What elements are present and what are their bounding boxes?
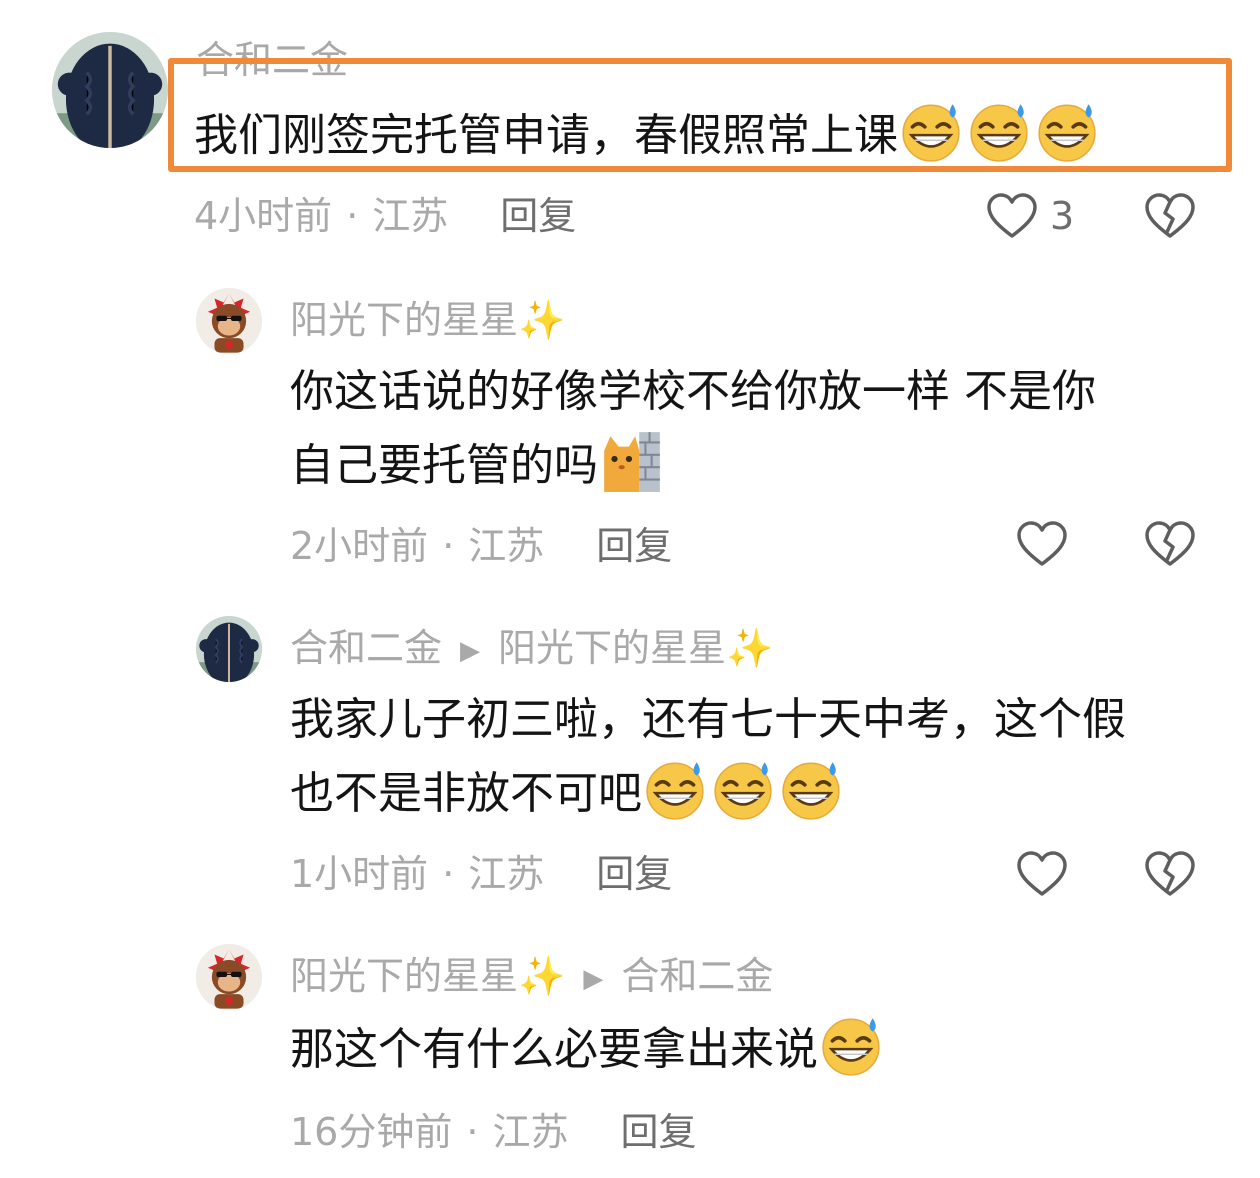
comment-meta: 1小时前 · 江苏 回复 bbox=[290, 852, 672, 896]
comment-time: 16分钟前 bbox=[290, 1110, 453, 1154]
like-button[interactable] bbox=[1016, 520, 1068, 568]
avatar-image bbox=[196, 288, 262, 354]
dislike-button[interactable] bbox=[1144, 850, 1196, 902]
reply-button[interactable]: 回复 bbox=[500, 194, 576, 238]
like-button[interactable]: 3 bbox=[986, 192, 1074, 240]
separator-dot: · bbox=[442, 524, 455, 568]
avatar[interactable] bbox=[196, 616, 262, 682]
broken-heart-icon bbox=[1144, 850, 1196, 898]
comment-text: 你这话说的好像学校不给你放一样 不是你 自己要托管的吗 bbox=[290, 356, 1096, 502]
comment-username[interactable]: 阳光下的星星✨ bbox=[290, 298, 565, 342]
avatar[interactable] bbox=[52, 32, 168, 148]
comment-location: 江苏 bbox=[468, 524, 545, 568]
comment-text-line: 你这话说的好像学校不给你放一样 不是你 bbox=[290, 366, 1096, 417]
avatar-image bbox=[52, 32, 168, 148]
dislike-button[interactable] bbox=[1144, 192, 1196, 244]
comment-username-line: 合和二金 ▶ 阳光下的星星✨ bbox=[290, 626, 773, 673]
grinning-sweat-emoji bbox=[818, 1012, 884, 1078]
comment-text: 那这个有什么必要拿出来说 bbox=[290, 1012, 886, 1086]
comment-time: 4小时前 bbox=[194, 194, 333, 238]
broken-heart-icon bbox=[1144, 192, 1196, 240]
highlight-box bbox=[168, 58, 1232, 172]
comment-location: 江苏 bbox=[372, 194, 449, 238]
comment-location: 江苏 bbox=[468, 852, 545, 896]
comment-location: 江苏 bbox=[492, 1110, 569, 1154]
separator-dot: · bbox=[442, 852, 455, 896]
comment-username-line: 阳光下的星星✨ ▶ 合和二金 bbox=[290, 954, 773, 1001]
comment-time: 1小时前 bbox=[290, 852, 429, 896]
play-arrow-icon: ▶ bbox=[583, 963, 604, 994]
grinning-sweat-emoji bbox=[642, 756, 708, 822]
grinning-sweat-emoji bbox=[778, 756, 844, 822]
reply-to-username[interactable]: 合和二金 bbox=[621, 954, 773, 998]
avatar-image bbox=[196, 616, 262, 682]
comment-time: 2小时前 bbox=[290, 524, 429, 568]
comment-username[interactable]: 合和二金 bbox=[290, 626, 442, 670]
comment-text-line: 也不是非放不可吧 bbox=[290, 768, 642, 819]
comment-text-line: 我家儿子初三啦，还有七十天中考，这个假 bbox=[290, 694, 1126, 745]
play-arrow-icon: ▶ bbox=[460, 635, 481, 666]
dislike-button[interactable] bbox=[1144, 520, 1196, 572]
reply-button[interactable]: 回复 bbox=[596, 524, 672, 568]
like-button[interactable] bbox=[1016, 850, 1068, 898]
separator-dot: · bbox=[466, 1110, 479, 1154]
avatar-image bbox=[196, 944, 262, 1010]
avatar[interactable] bbox=[196, 944, 262, 1010]
heart-outline-icon bbox=[986, 192, 1038, 240]
reply-to-username[interactable]: 阳光下的星星✨ bbox=[498, 626, 773, 670]
comment-meta: 4小时前 · 江苏 回复 bbox=[194, 194, 576, 238]
comment-meta: 2小时前 · 江苏 回复 bbox=[290, 524, 672, 568]
reply-button[interactable]: 回复 bbox=[596, 852, 672, 896]
comment-username[interactable]: 阳光下的星星✨ bbox=[290, 954, 565, 998]
cat-peeking-wall-emoji bbox=[598, 428, 664, 494]
heart-outline-icon bbox=[1016, 850, 1068, 898]
broken-heart-icon bbox=[1144, 520, 1196, 568]
comment-text: 我家儿子初三啦，还有七十天中考，这个假 也不是非放不可吧 bbox=[290, 684, 1126, 830]
comment-text-line: 那这个有什么必要拿出来说 bbox=[290, 1024, 818, 1075]
reply-button[interactable]: 回复 bbox=[620, 1110, 696, 1154]
heart-outline-icon bbox=[1016, 520, 1068, 568]
separator-dot: · bbox=[346, 194, 359, 238]
grinning-sweat-emoji bbox=[710, 756, 776, 822]
comment-text-line: 自己要托管的吗 bbox=[290, 440, 598, 491]
avatar[interactable] bbox=[196, 288, 262, 354]
like-count: 3 bbox=[1050, 194, 1075, 238]
comment-meta: 16分钟前 · 江苏 回复 bbox=[290, 1110, 696, 1154]
